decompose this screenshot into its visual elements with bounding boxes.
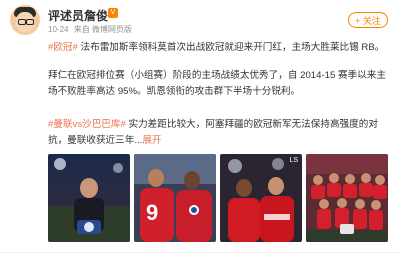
paragraph-3: #曼联vs沙巴巴库# 实力差距比较大，阿塞拜疆的欧冠新军无法保持高强度的对抗，曼… [48, 117, 388, 148]
photo-bayern-art [134, 154, 216, 242]
photo-badge: LS [289, 157, 298, 164]
paragraph-2: 拜仁在欧冠排位赛（小组赛）阶段的主场战绩太优秀了，自 2014-15 赛季以来主… [48, 70, 386, 97]
image-grid: 9 LS [48, 154, 388, 242]
post-footer [0, 252, 400, 271]
post-header: 评述员詹俊 V 10-24 来自 微博网页版 + 关注 [0, 0, 400, 40]
photo-team-art [306, 154, 388, 242]
photo-coach[interactable] [48, 154, 130, 242]
hashtag-champions-league[interactable]: #欧冠# [48, 42, 78, 53]
paragraph-1-text: 法布雷加斯率领科莫首次出战欧冠就迎来开门红，主场大胜莱比锡 RB。 [77, 42, 385, 53]
avatar[interactable] [10, 5, 40, 35]
author-name[interactable]: 评述员詹俊 [48, 7, 108, 24]
post-meta: 10-24 来自 微博网页版 [48, 24, 132, 35]
photo-team-group[interactable] [306, 154, 388, 242]
hashtag-man-utd-qarabag[interactable]: #曼联vs沙巴巴库# [48, 119, 126, 130]
photo-coach-art [48, 154, 130, 242]
post-source: 来自 微博网页版 [73, 25, 132, 34]
photo-man-utd-art [220, 154, 302, 242]
follow-button[interactable]: + 关注 [348, 12, 388, 28]
photo-bayern-players[interactable]: 9 [134, 154, 216, 242]
verified-icon: V [108, 8, 118, 18]
post-time[interactable]: 10-24 [48, 25, 68, 34]
jersey-number: 9 [146, 200, 159, 225]
photo-man-utd-celebration[interactable]: LS [220, 154, 302, 242]
expand-link[interactable]: 展开 [142, 135, 161, 146]
paragraph-1: #欧冠# 法布雷加斯率领科莫首次出战欧冠就迎来开门红，主场大胜莱比锡 RB。 [48, 40, 388, 56]
